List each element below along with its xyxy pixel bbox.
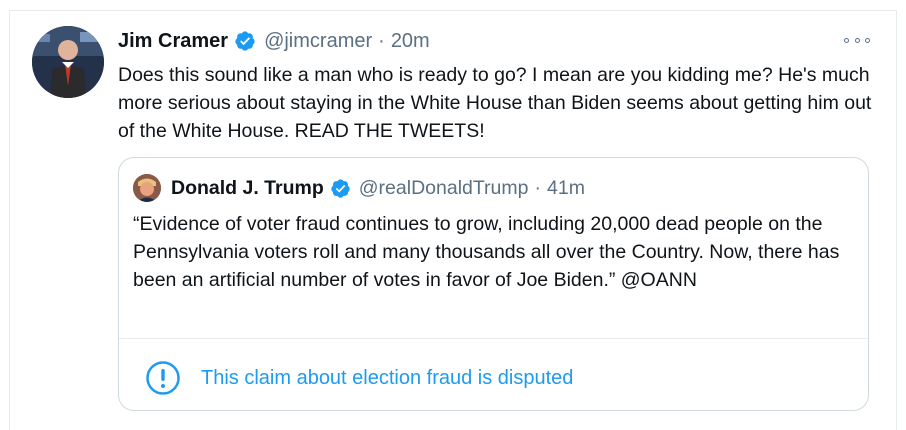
- exclamation-circle-icon: [146, 361, 180, 395]
- tweet-timestamp[interactable]: 20m: [391, 30, 430, 53]
- separator-dot: ·: [378, 29, 385, 52]
- disputed-claim-notice[interactable]: This claim about election fraud is dispu…: [145, 358, 573, 398]
- quoted-author-avatar[interactable]: [133, 174, 161, 202]
- quoted-author-name[interactable]: Donald J. Trump: [171, 177, 324, 200]
- author-handle[interactable]: @jimcramer: [264, 30, 372, 53]
- verified-badge-icon: [330, 178, 351, 199]
- tweet-text: Does this sound like a man who is ready …: [118, 64, 872, 142]
- separator-dot: ·: [534, 176, 542, 199]
- quoted-tweet-timestamp[interactable]: 41m: [547, 177, 585, 200]
- author-name[interactable]: Jim Cramer: [118, 30, 228, 53]
- author-avatar-image: [32, 26, 104, 98]
- divider: [119, 338, 868, 339]
- quoted-tweet-text: “Evidence of voter fraud continues to gr…: [133, 213, 840, 291]
- more-options-icon[interactable]: [844, 35, 870, 45]
- author-avatar[interactable]: [32, 26, 104, 98]
- quoted-author-handle[interactable]: @realDonaldTrump: [359, 177, 529, 200]
- verified-badge-icon: [234, 30, 256, 52]
- disputed-claim-label[interactable]: This claim about election fraud is dispu…: [201, 367, 573, 390]
- quoted-tweet[interactable]: Donald J. Trump @realDonaldTrump · 41m “…: [118, 157, 869, 411]
- quoted-author-avatar-image: [133, 174, 161, 202]
- tweet-card[interactable]: Jim Cramer @jimcramer · 20m Does this so…: [9, 10, 897, 430]
